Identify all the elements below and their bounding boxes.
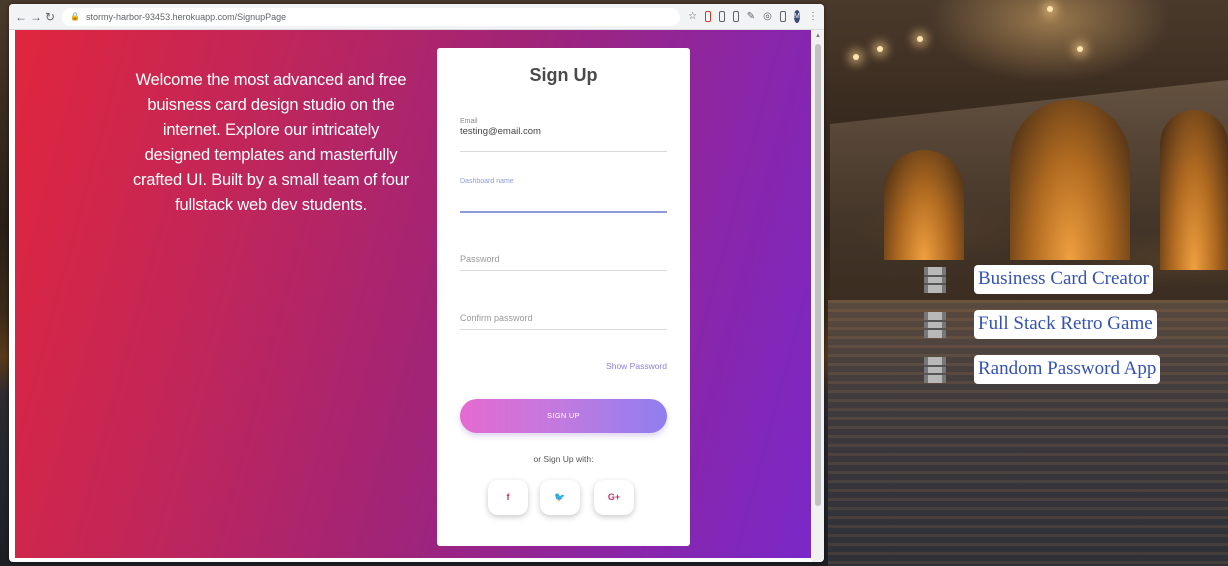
- extension-icon[interactable]: [732, 11, 739, 22]
- wallpaper-arch: [1010, 100, 1130, 260]
- dashboard-name-label: Dashboard name: [460, 178, 514, 185]
- desktop-shortcut-retro-game[interactable]: Full Stack Retro Game: [924, 310, 1157, 339]
- field-underline: [460, 329, 667, 330]
- password-placeholder: Password: [460, 254, 500, 264]
- wallpaper-arch: [1160, 110, 1228, 270]
- bookmark-star-icon[interactable]: ☆: [688, 11, 697, 23]
- page-viewport: Welcome the most advanced and free buisn…: [15, 30, 811, 558]
- wallpaper-lamp: [877, 46, 883, 52]
- confirm-password-placeholder: Confirm password: [460, 313, 533, 323]
- dashboard-name-field[interactable]: Dashboard name: [460, 178, 667, 214]
- google-plus-icon: G+: [607, 492, 621, 502]
- back-icon[interactable]: ←: [15, 9, 27, 25]
- facebook-icon: f: [506, 492, 510, 502]
- browser-window: ← → ↻ 🔒 stormy-harbor-93453.herokuapp.co…: [9, 4, 824, 562]
- scroll-up-icon[interactable]: ▲: [815, 33, 821, 39]
- extension-icon[interactable]: [705, 11, 711, 22]
- field-underline-active: [460, 211, 667, 213]
- desktop-shortcut-business-card[interactable]: Business Card Creator: [924, 265, 1153, 294]
- shortcut-label: Full Stack Retro Game: [974, 310, 1157, 339]
- email-value: testing@email.com: [460, 126, 541, 137]
- wallpaper-water: [828, 300, 1228, 566]
- wallpaper-lamp: [1047, 6, 1053, 12]
- twitter-button[interactable]: 🐦: [540, 480, 580, 515]
- wallpaper-lamp: [853, 54, 859, 60]
- welcome-text: Welcome the most advanced and free buisn…: [132, 71, 410, 214]
- extension-icon[interactable]: [779, 11, 786, 22]
- extension-icon[interactable]: [718, 11, 725, 22]
- wallpaper-lamp: [917, 36, 923, 42]
- facebook-button[interactable]: f: [488, 480, 528, 515]
- film-icon: [924, 356, 946, 383]
- twitter-icon: 🐦: [554, 492, 566, 502]
- menu-kebab-icon[interactable]: ⋮: [808, 11, 818, 23]
- page-scrollbar[interactable]: ▲: [812, 30, 824, 562]
- address-bar[interactable]: 🔒 stormy-harbor-93453.herokuapp.com/Sign…: [62, 7, 681, 26]
- url-path: /SignupPage: [234, 11, 287, 22]
- scroll-thumb[interactable]: [815, 44, 821, 506]
- password-field[interactable]: Password: [460, 254, 667, 272]
- signup-button[interactable]: SIGN UP: [460, 399, 667, 433]
- film-icon: [924, 266, 946, 293]
- email-field[interactable]: Email testing@email.com: [460, 118, 667, 152]
- reload-icon[interactable]: ↻: [45, 9, 55, 25]
- field-underline: [460, 270, 667, 271]
- extension-icon[interactable]: ◎: [763, 11, 772, 23]
- wallpaper-arch: [884, 150, 964, 260]
- shortcut-label: Random Password App: [974, 355, 1161, 384]
- profile-avatar[interactable]: M: [793, 10, 801, 23]
- pen-extension-icon[interactable]: ✎: [747, 11, 755, 23]
- email-label: Email: [460, 118, 478, 125]
- desktop-shortcut-password-app[interactable]: Random Password App: [924, 355, 1161, 384]
- signup-card: Sign Up Email testing@email.com Dashboar…: [437, 48, 690, 546]
- shortcut-label: Business Card Creator: [974, 265, 1153, 294]
- google-plus-button[interactable]: G+: [594, 480, 634, 515]
- film-icon: [924, 311, 946, 338]
- or-signup-with-text: or Sign Up with:: [533, 454, 594, 464]
- forward-icon[interactable]: →: [30, 9, 42, 25]
- wallpaper-lamp: [1077, 46, 1083, 52]
- lock-icon: 🔒: [70, 12, 81, 21]
- show-password-link[interactable]: Show Password: [606, 361, 667, 371]
- confirm-password-field[interactable]: Confirm password: [460, 313, 667, 331]
- url-host: stormy-harbor-93453.herokuapp.com: [86, 11, 235, 22]
- page-title: Sign Up: [529, 65, 598, 85]
- browser-toolbar: ← → ↻ 🔒 stormy-harbor-93453.herokuapp.co…: [9, 4, 824, 30]
- field-underline: [460, 151, 667, 152]
